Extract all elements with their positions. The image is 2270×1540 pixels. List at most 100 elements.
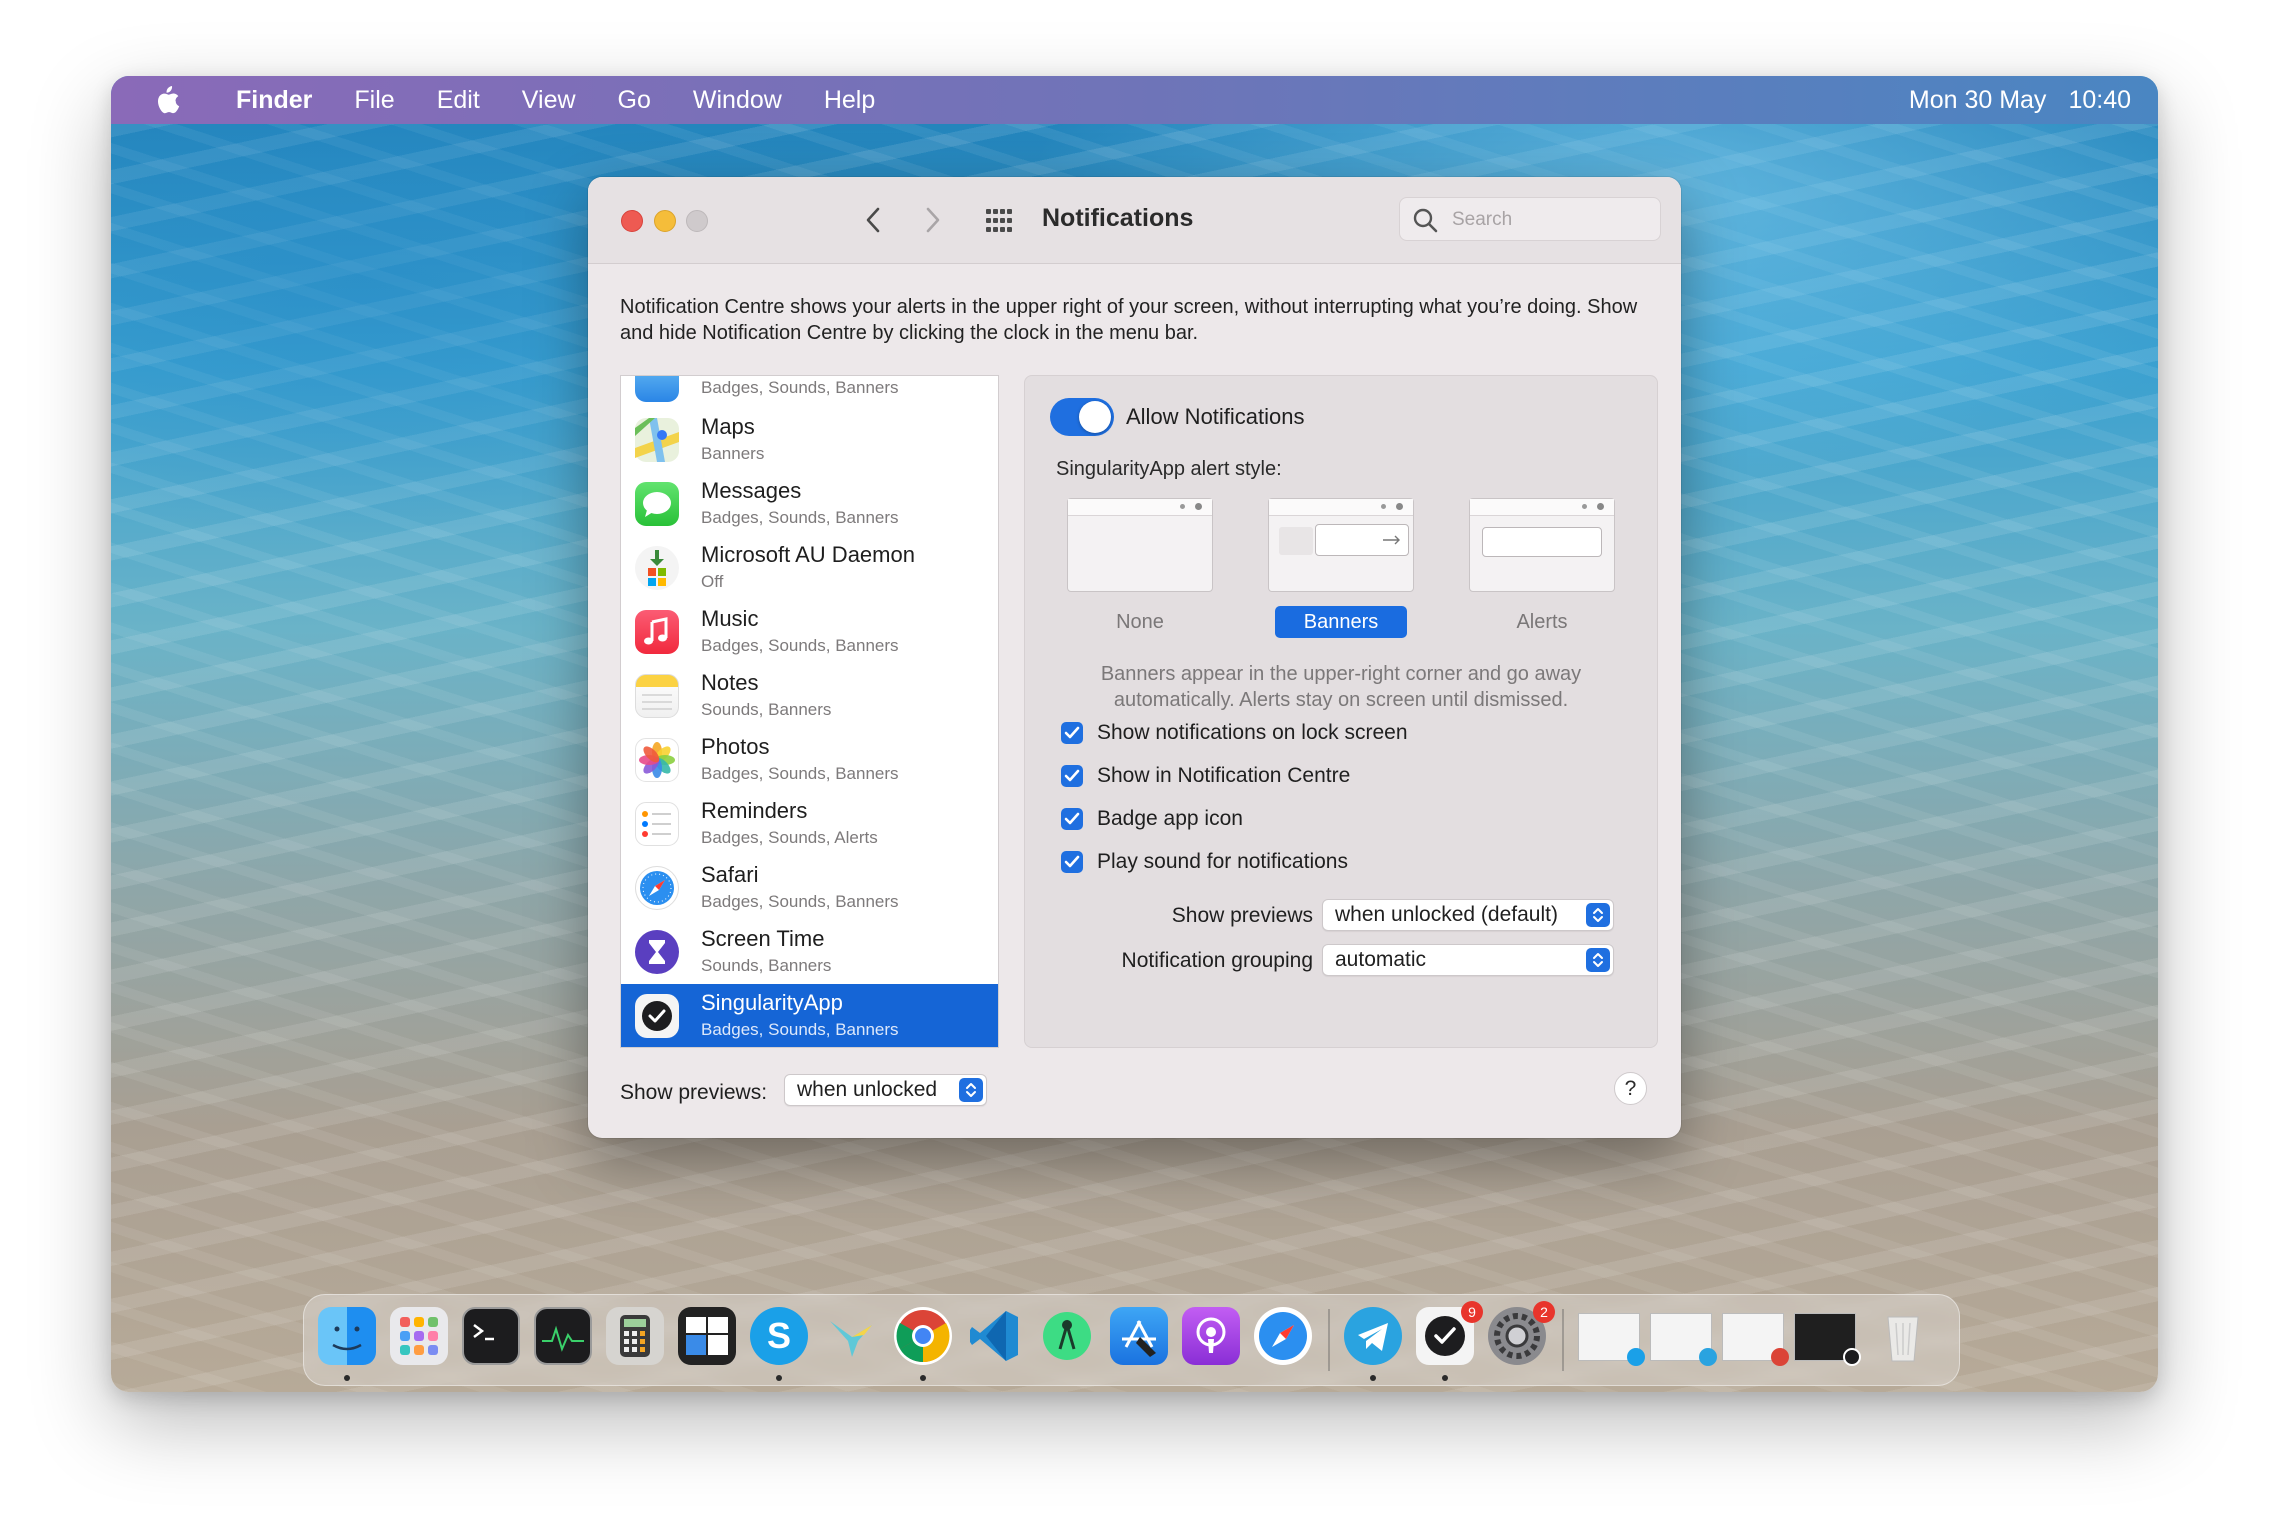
- checkbox-checked[interactable]: [1061, 808, 1083, 830]
- checkbox-checked[interactable]: [1061, 851, 1083, 873]
- close-button[interactable]: [621, 210, 643, 232]
- style-caption-banners[interactable]: Banners: [1275, 606, 1407, 638]
- show-all-grid-button[interactable]: [984, 206, 1014, 236]
- notification-centre-description: Notification Centre shows your alerts in…: [620, 296, 1638, 344]
- list-item-music[interactable]: Music Badges, Sounds, Banners: [621, 600, 998, 664]
- xcode-icon[interactable]: [1110, 1307, 1168, 1365]
- alert-style-none[interactable]: [1067, 498, 1213, 592]
- dock-separator: [1562, 1309, 1564, 1371]
- style-caption-none[interactable]: None: [1067, 606, 1213, 638]
- menu-app-finder[interactable]: Finder: [236, 86, 312, 115]
- checkbox-row-badge-app-icon[interactable]: Badge app icon: [1061, 804, 1243, 834]
- list-item-reminders[interactable]: Reminders Badges, Sounds, Alerts: [621, 792, 998, 856]
- safari-icon[interactable]: [1254, 1307, 1312, 1365]
- app-sub: Sounds, Banners: [701, 700, 832, 719]
- alerts-style-preview: [1469, 498, 1615, 592]
- list-item-maps[interactable]: Maps Banners: [621, 408, 998, 472]
- alert-style-banners[interactable]: [1268, 498, 1414, 592]
- trash-icon[interactable]: [1874, 1307, 1932, 1365]
- checkbox-row-lock-screen[interactable]: Show notifications on lock screen: [1061, 718, 1408, 748]
- back-button[interactable]: [858, 203, 888, 237]
- app-sub: Badges, Sounds, Banners: [701, 508, 899, 527]
- forward-button[interactable]: [918, 203, 948, 237]
- menu-file[interactable]: File: [354, 86, 394, 115]
- maps-icon: [635, 418, 679, 462]
- zoom-button[interactable]: [686, 210, 708, 232]
- app-name: Notes: [701, 670, 759, 695]
- checkbox-checked[interactable]: [1061, 722, 1083, 744]
- chevron-left-icon: [866, 207, 880, 233]
- system-preferences-badge: 2: [1533, 1301, 1555, 1323]
- skype-icon[interactable]: S: [750, 1307, 808, 1365]
- singularityapp-badge: 9: [1461, 1301, 1483, 1323]
- chevron-right-icon: [926, 207, 940, 233]
- menu-edit[interactable]: Edit: [437, 86, 480, 115]
- list-item-singularityapp[interactable]: SingularityApp Badges, Sounds, Banners: [621, 984, 998, 1047]
- list-item-photos[interactable]: Photos Badges, Sounds, Banners: [621, 728, 998, 792]
- checkbox-checked[interactable]: [1061, 765, 1083, 787]
- telegram-icon[interactable]: [1344, 1307, 1402, 1365]
- none-style-preview: [1067, 498, 1213, 592]
- checkmark-icon: [1064, 769, 1080, 782]
- dock-separator: [1328, 1309, 1330, 1371]
- select-value: when unlocked (default): [1335, 903, 1558, 926]
- running-indicator: [776, 1375, 782, 1381]
- help-button[interactable]: ?: [1614, 1072, 1647, 1105]
- grid-icon: [986, 209, 1012, 232]
- music-icon: [635, 610, 679, 654]
- list-item-microsoft-au-daemon[interactable]: Microsoft AU Daemon Off: [621, 536, 998, 600]
- running-indicator: [344, 1375, 350, 1381]
- menu-go[interactable]: Go: [618, 86, 651, 115]
- checkbox-row-play-sound[interactable]: Play sound for notifications: [1061, 847, 1348, 877]
- calculator-icon[interactable]: [606, 1307, 664, 1365]
- list-item-notes[interactable]: Notes Sounds, Banners: [621, 664, 998, 728]
- select-stepper-icon: [959, 1078, 983, 1102]
- menu-time[interactable]: 10:40: [2068, 86, 2131, 115]
- safari-icon: [635, 866, 679, 910]
- select-value: when unlocked: [797, 1078, 938, 1101]
- menu-date[interactable]: Mon 30 May: [1909, 86, 2047, 115]
- checkbox-label: Show in Notification Centre: [1097, 764, 1351, 787]
- android-studio-icon[interactable]: [1038, 1307, 1096, 1365]
- notification-grouping-select[interactable]: automatic: [1322, 944, 1614, 976]
- apple-menu-icon[interactable]: [153, 84, 181, 116]
- terminal-icon[interactable]: [462, 1307, 520, 1365]
- checkmark-icon: [1064, 855, 1080, 868]
- app-sub: Badges, Sounds, Banners: [701, 764, 899, 783]
- chrome-icon[interactable]: [894, 1307, 952, 1365]
- running-indicator: [1370, 1375, 1376, 1381]
- menu-help[interactable]: Help: [824, 86, 875, 115]
- show-previews-select[interactable]: when unlocked (default): [1322, 899, 1614, 931]
- list-item-screen-time[interactable]: Screen Time Sounds, Banners: [621, 920, 998, 984]
- minimize-button[interactable]: [654, 210, 676, 232]
- hummingbird-icon[interactable]: [822, 1307, 880, 1365]
- list-item-safari[interactable]: Safari Badges, Sounds, Banners: [621, 856, 998, 920]
- window-titlebar: Notifications: [588, 177, 1681, 264]
- search-input[interactable]: [1450, 204, 1654, 236]
- list-item-messages[interactable]: Messages Badges, Sounds, Banners: [621, 472, 998, 536]
- finder-icon[interactable]: [318, 1307, 376, 1365]
- app-sub: Badges, Sounds, Banners: [701, 892, 899, 911]
- footer-show-previews-select[interactable]: when unlocked: [784, 1074, 987, 1106]
- launchpad-icon[interactable]: [390, 1307, 448, 1365]
- activity-monitor-icon[interactable]: [534, 1307, 592, 1365]
- app-notification-settings: Allow Notifications SingularityApp alert…: [1024, 375, 1658, 1048]
- vscode-icon[interactable]: [966, 1307, 1024, 1365]
- alert-style-alerts[interactable]: [1469, 498, 1615, 592]
- style-caption-alerts[interactable]: Alerts: [1469, 606, 1615, 638]
- window-manager-icon[interactable]: [678, 1307, 736, 1365]
- window-thumbnail-skype[interactable]: [1578, 1313, 1645, 1366]
- window-thumbnail-chrome[interactable]: [1722, 1313, 1789, 1366]
- window-thumbnail-telegram[interactable]: [1650, 1313, 1717, 1366]
- app-list[interactable]: Badges, Sounds, Banners Maps Banners Mes…: [620, 375, 999, 1048]
- app-name: Safari: [701, 862, 759, 887]
- podcasts-icon[interactable]: [1182, 1307, 1240, 1365]
- alert-style-help-text: Banners appear in the upper-right corner…: [1100, 663, 1582, 711]
- menu-window[interactable]: Window: [693, 86, 782, 115]
- allow-notifications-toggle[interactable]: [1050, 398, 1114, 436]
- window-thumbnail-singularity[interactable]: [1794, 1313, 1861, 1366]
- checkbox-row-notification-centre[interactable]: Show in Notification Centre: [1061, 761, 1350, 791]
- search-field[interactable]: [1399, 197, 1661, 241]
- app-sub: Banners: [701, 444, 765, 463]
- menu-view[interactable]: View: [522, 86, 576, 115]
